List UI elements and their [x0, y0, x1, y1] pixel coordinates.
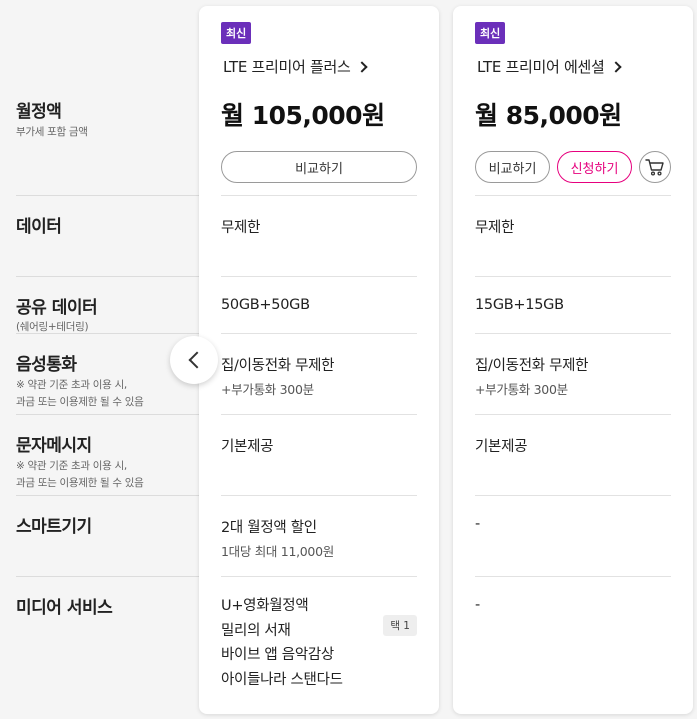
- divider: [475, 333, 671, 334]
- chevron-left-icon: [188, 351, 206, 369]
- chevron-right-icon: [356, 60, 369, 73]
- row-label-media: 미디어 서비스: [16, 593, 170, 618]
- data-value: 무제한: [221, 220, 261, 236]
- media-item: 아이들나라 스탠다드: [221, 671, 343, 688]
- voice-cell: 집/이동전화 무제한 +부가통화 300분: [221, 354, 335, 398]
- divider: [475, 414, 671, 415]
- plan-price: 월 85,000원: [475, 101, 622, 130]
- data-value: 무제한: [475, 220, 515, 236]
- plan-name-link[interactable]: LTE 프리미어 에센셜: [477, 56, 623, 77]
- divider: [16, 495, 199, 496]
- shared-data-value: 50GB+50GB: [221, 297, 310, 313]
- plan-name: LTE 프리미어 플러스: [223, 58, 351, 76]
- prev-button[interactable]: [170, 336, 218, 384]
- divider: [221, 495, 417, 496]
- label-sms-sub-2: 과금 또는 이용제한 될 수 있음: [16, 477, 144, 489]
- label-voice-sub-1: ※ 약관 기준 초과 이용 시,: [16, 379, 127, 391]
- media-item: 바이브 앱 음악감상: [221, 647, 334, 663]
- cart-icon: [645, 159, 664, 176]
- cart-button[interactable]: [639, 151, 671, 183]
- voice-value: 집/이동전화 무제한: [475, 358, 589, 374]
- media-value: -: [475, 597, 480, 613]
- compare-button[interactable]: 비교하기: [221, 151, 417, 183]
- label-monthly-fee-sub: 부가세 포함 금액: [16, 126, 88, 138]
- label-voice-sub-2: 과금 또는 이용제한 될 수 있음: [16, 396, 144, 408]
- row-label-data: 데이터: [16, 212, 170, 237]
- new-badge: 최신: [475, 22, 506, 44]
- voice-sub-value: +부가통화 300분: [221, 382, 314, 397]
- smart-device-cell: 2대 월정액 할인 1대당 최대 11,000원: [221, 516, 334, 560]
- label-monthly-fee: 월정액: [16, 102, 62, 122]
- choose-one-tag: 택 1: [383, 615, 417, 636]
- media-item: U+영화월정액: [221, 598, 309, 614]
- row-label-smart-device: 스마트기기: [16, 512, 170, 537]
- divider: [16, 195, 199, 196]
- plan-name-link[interactable]: LTE 프리미어 플러스: [223, 56, 369, 77]
- label-data: 데이터: [16, 217, 62, 237]
- chevron-right-icon: [610, 60, 623, 73]
- divider: [221, 276, 417, 277]
- label-sms-sub-1: ※ 약관 기준 초과 이용 시,: [16, 460, 127, 472]
- smart-device-value: -: [475, 516, 480, 532]
- row-label-shared-data: 공유 데이터 (쉐어링+테더링): [16, 293, 170, 336]
- divider: [16, 576, 199, 577]
- sms-value: 기본제공: [475, 439, 528, 455]
- plan-card-premier-essential: 최신 LTE 프리미어 에센셜 월 85,000원 비교하기 신청하기 무제한 …: [453, 6, 693, 714]
- voice-value: 집/이동전화 무제한: [221, 358, 335, 374]
- divider: [16, 414, 199, 415]
- smart-device-sub-value: 1대당 최대 11,000원: [221, 544, 334, 559]
- divider: [221, 333, 417, 334]
- apply-button[interactable]: 신청하기: [557, 151, 632, 183]
- new-badge: 최신: [221, 22, 252, 44]
- row-label-sms: 문자메시지 ※ 약관 기준 초과 이용 시, 과금 또는 이용제한 될 수 있음: [16, 431, 170, 492]
- compare-button[interactable]: 비교하기: [475, 151, 550, 183]
- divider: [16, 276, 199, 277]
- label-media: 미디어 서비스: [16, 598, 113, 618]
- label-shared-data: 공유 데이터: [16, 298, 98, 318]
- row-label-monthly-fee: 월정액 부가세 포함 금액: [16, 97, 170, 141]
- sms-value: 기본제공: [221, 439, 274, 455]
- plan-price: 월 105,000원: [221, 101, 385, 130]
- smart-device-value: 2대 월정액 할인: [221, 520, 317, 536]
- voice-cell: 집/이동전화 무제한 +부가통화 300분: [475, 354, 589, 398]
- divider: [475, 576, 671, 577]
- row-label-voice: 음성통화 ※ 약관 기준 초과 이용 시, 과금 또는 이용제한 될 수 있음: [16, 350, 170, 411]
- divider: [221, 414, 417, 415]
- label-sms: 문자메시지: [16, 436, 92, 456]
- plan-name: LTE 프리미어 에센셜: [477, 58, 605, 76]
- divider: [16, 333, 199, 334]
- media-list: U+영화월정액 밀리의 서재 바이브 앱 음악감상 아이들나라 스탠다드: [221, 594, 343, 692]
- divider: [475, 195, 671, 196]
- divider: [221, 195, 417, 196]
- divider: [475, 276, 671, 277]
- label-smart-device: 스마트기기: [16, 517, 92, 537]
- label-voice: 음성통화: [16, 355, 77, 375]
- shared-data-value: 15GB+15GB: [475, 297, 564, 313]
- plan-card-premier-plus: 최신 LTE 프리미어 플러스 월 105,000원 비교하기 무제한 50GB…: [199, 6, 439, 714]
- voice-sub-value: +부가통화 300분: [475, 382, 568, 397]
- divider: [475, 495, 671, 496]
- media-item: 밀리의 서재: [221, 622, 291, 639]
- divider: [221, 576, 417, 577]
